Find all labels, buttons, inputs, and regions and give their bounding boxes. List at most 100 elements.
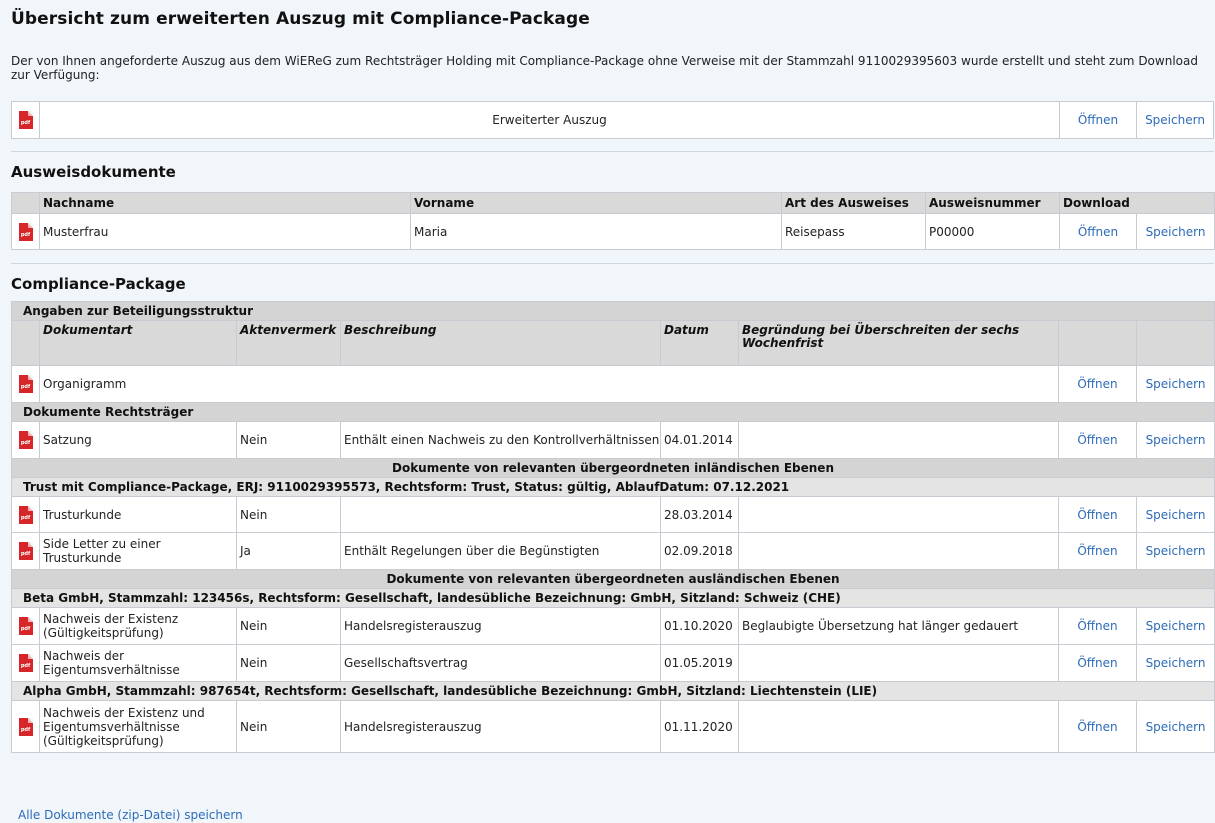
pdf-icon-cell: pdf bbox=[11, 101, 40, 139]
open-cell: Öffnen bbox=[1059, 101, 1137, 139]
cell-dokumentart: Nachweis der Existenz (Gültigkeitsprüfun… bbox=[39, 607, 237, 645]
table-row: pdf Nachweis der Eigentumsverhältnisse N… bbox=[11, 644, 1215, 682]
cell-begruendung bbox=[738, 421, 1059, 459]
col-begruendung: Begründung bei Überschreiten der sechs W… bbox=[738, 320, 1059, 366]
open-link[interactable]: Öffnen bbox=[1077, 508, 1117, 522]
save-link[interactable]: Speichern bbox=[1146, 225, 1206, 239]
open-link[interactable]: Öffnen bbox=[1077, 619, 1117, 633]
cell-aktenvermerk: Nein bbox=[236, 700, 341, 753]
pdf-file-icon[interactable]: pdf bbox=[18, 505, 33, 524]
cell-dokumentart: Nachweis der Eigentumsverhältnisse bbox=[39, 644, 237, 682]
save-link[interactable]: Speichern bbox=[1146, 377, 1206, 391]
pdf-file-icon[interactable]: pdf bbox=[18, 542, 33, 560]
cell-vorname: Maria bbox=[410, 213, 782, 250]
pdf-file-icon[interactable]: pdf bbox=[18, 617, 33, 635]
save-link[interactable]: Speichern bbox=[1146, 433, 1206, 447]
ausweis-header-row: Nachname Vorname Art des Ausweises Auswe… bbox=[11, 192, 1215, 214]
table-row: pdf Trusturkunde Nein 28.03.2014 Öffnen … bbox=[11, 496, 1215, 533]
cell-dokumentart: Satzung bbox=[39, 421, 237, 459]
cell-dokumentart: Side Letter zu einer Trusturkunde bbox=[39, 532, 237, 570]
beteiligung-heading: Angaben zur Beteiligungsstruktur bbox=[10, 301, 1215, 321]
table-row: pdf Nachweis der Existenz (Gültigkeitspr… bbox=[11, 607, 1215, 645]
open-link[interactable]: Öffnen bbox=[1077, 377, 1117, 391]
auszug-label: Erweiterter Auszug bbox=[39, 101, 1060, 139]
cell-dokumentart: Trusturkunde bbox=[39, 496, 237, 533]
cell-dokumentart: Nachweis der Existenz und Eigentumsverhä… bbox=[39, 700, 237, 753]
col-datum: Datum bbox=[660, 320, 739, 366]
save-link[interactable]: Speichern bbox=[1146, 656, 1206, 670]
inland-heading: Dokumente von relevanten übergeordneten … bbox=[10, 458, 1215, 478]
cell-aktenvermerk: Nein bbox=[236, 607, 341, 645]
download-zip-link[interactable]: Alle Dokumente (zip-Datei) speichern bbox=[18, 808, 243, 822]
col-aktenvermerk: Aktenvermerk bbox=[236, 320, 341, 366]
ausland-heading: Dokumente von relevanten übergeordneten … bbox=[10, 569, 1215, 589]
cell-begruendung bbox=[738, 700, 1059, 753]
col-download: Download bbox=[1058, 192, 1215, 214]
cell-begruendung: Beglaubigte Übersetzung hat länger gedau… bbox=[738, 607, 1059, 645]
compliance-heading: Compliance-Package bbox=[11, 275, 186, 293]
auszug-row: pdf Erweiterter Auszug Öffnen Speichern bbox=[11, 101, 1214, 139]
open-link[interactable]: Öffnen bbox=[1077, 720, 1117, 734]
pdf-file-icon[interactable]: pdf bbox=[18, 375, 33, 393]
save-link[interactable]: Speichern bbox=[1145, 113, 1205, 127]
cell-aktenvermerk: Nein bbox=[236, 421, 341, 459]
cell-art: Reisepass bbox=[781, 213, 926, 250]
cell-datum: 28.03.2014 bbox=[660, 496, 739, 533]
pdf-file-icon[interactable]: pdf bbox=[18, 431, 33, 449]
table-row: pdf Musterfrau Maria Reisepass P00000 Öf… bbox=[11, 213, 1215, 250]
cell-beschreibung: Handelsregisterauszug bbox=[340, 607, 661, 645]
alpha-heading: Alpha GmbH, Stammzahl: 987654t, Rechtsfo… bbox=[10, 681, 1215, 701]
cell-aktenvermerk: Ja bbox=[236, 532, 341, 570]
col-nummer: Ausweisnummer bbox=[925, 192, 1060, 214]
cell-datum: 02.09.2018 bbox=[660, 532, 739, 570]
ausweis-heading: Ausweisdokumente bbox=[11, 163, 176, 181]
cell-aktenvermerk: Nein bbox=[236, 644, 341, 682]
cell-beschreibung: Handelsregisterauszug bbox=[340, 700, 661, 753]
compliance-table: Angaben zur Beteiligungsstruktur Dokumen… bbox=[10, 301, 1215, 753]
save-link[interactable]: Speichern bbox=[1146, 544, 1206, 558]
section-row: Angaben zur Beteiligungsstruktur bbox=[10, 301, 1215, 321]
cell-begruendung bbox=[738, 644, 1059, 682]
rechtstraeger-heading: Dokumente Rechtsträger bbox=[10, 402, 1215, 422]
auszug-table: pdf Erweiterter Auszug Öffnen Speichern bbox=[11, 101, 1214, 139]
open-link[interactable]: Öffnen bbox=[1077, 544, 1117, 558]
cell-datum: 04.01.2014 bbox=[660, 421, 739, 459]
open-link[interactable]: Öffnen bbox=[1077, 433, 1117, 447]
entity-row: Beta GmbH, Stammzahl: 123456s, Rechtsfor… bbox=[10, 588, 1215, 608]
col-dokumentart: Dokumentart bbox=[39, 320, 237, 366]
divider bbox=[11, 263, 1214, 264]
open-link[interactable]: Öffnen bbox=[1078, 113, 1118, 127]
cell-nachname: Musterfrau bbox=[39, 213, 411, 250]
section-row: Dokumente von relevanten übergeordneten … bbox=[10, 458, 1215, 478]
save-link[interactable]: Speichern bbox=[1146, 508, 1206, 522]
compliance-header-row: Dokumentart Aktenvermerk Beschreibung Da… bbox=[11, 320, 1215, 366]
ausweis-table: Nachname Vorname Art des Ausweises Auswe… bbox=[11, 192, 1215, 250]
entity-row: Alpha GmbH, Stammzahl: 987654t, Rechtsfo… bbox=[10, 681, 1215, 701]
save-link[interactable]: Speichern bbox=[1146, 619, 1206, 633]
cell-beschreibung: Enthält einen Nachweis zu den Kontrollve… bbox=[340, 421, 661, 459]
open-link[interactable]: Öffnen bbox=[1077, 656, 1117, 670]
beta-heading: Beta GmbH, Stammzahl: 123456s, Rechtsfor… bbox=[10, 588, 1215, 608]
cell-beschreibung: Enthält Regelungen über die Begünstigten bbox=[340, 532, 661, 570]
divider bbox=[11, 151, 1214, 152]
pdf-file-icon[interactable]: pdf bbox=[18, 654, 33, 672]
table-row: pdf Satzung Nein Enthält einen Nachweis … bbox=[11, 421, 1215, 459]
open-link[interactable]: Öffnen bbox=[1078, 225, 1118, 239]
cell-datum: 01.05.2019 bbox=[660, 644, 739, 682]
col-vorname: Vorname bbox=[410, 192, 782, 214]
table-row: pdf Organigramm Öffnen Speichern bbox=[11, 365, 1215, 403]
cell-dokumentart: Organigramm bbox=[39, 365, 1059, 403]
table-row: pdf Nachweis der Existenz und Eigentumsv… bbox=[11, 700, 1215, 753]
entity-row: Trust mit Compliance-Package, ERJ: 91100… bbox=[10, 477, 1215, 497]
cell-beschreibung: Gesellschaftsvertrag bbox=[340, 644, 661, 682]
save-link[interactable]: Speichern bbox=[1146, 720, 1206, 734]
page: Übersicht zum erweiterten Auszug mit Com… bbox=[0, 0, 1215, 823]
pdf-file-icon[interactable]: pdf bbox=[18, 111, 33, 129]
cell-begruendung bbox=[738, 532, 1059, 570]
col-art: Art des Ausweises bbox=[781, 192, 926, 214]
pdf-file-icon[interactable]: pdf bbox=[18, 717, 33, 736]
col-beschreibung: Beschreibung bbox=[340, 320, 661, 366]
table-row: pdf Side Letter zu einer Trusturkunde Ja… bbox=[11, 532, 1215, 570]
col-nachname: Nachname bbox=[39, 192, 411, 214]
pdf-file-icon[interactable]: pdf bbox=[18, 222, 33, 241]
